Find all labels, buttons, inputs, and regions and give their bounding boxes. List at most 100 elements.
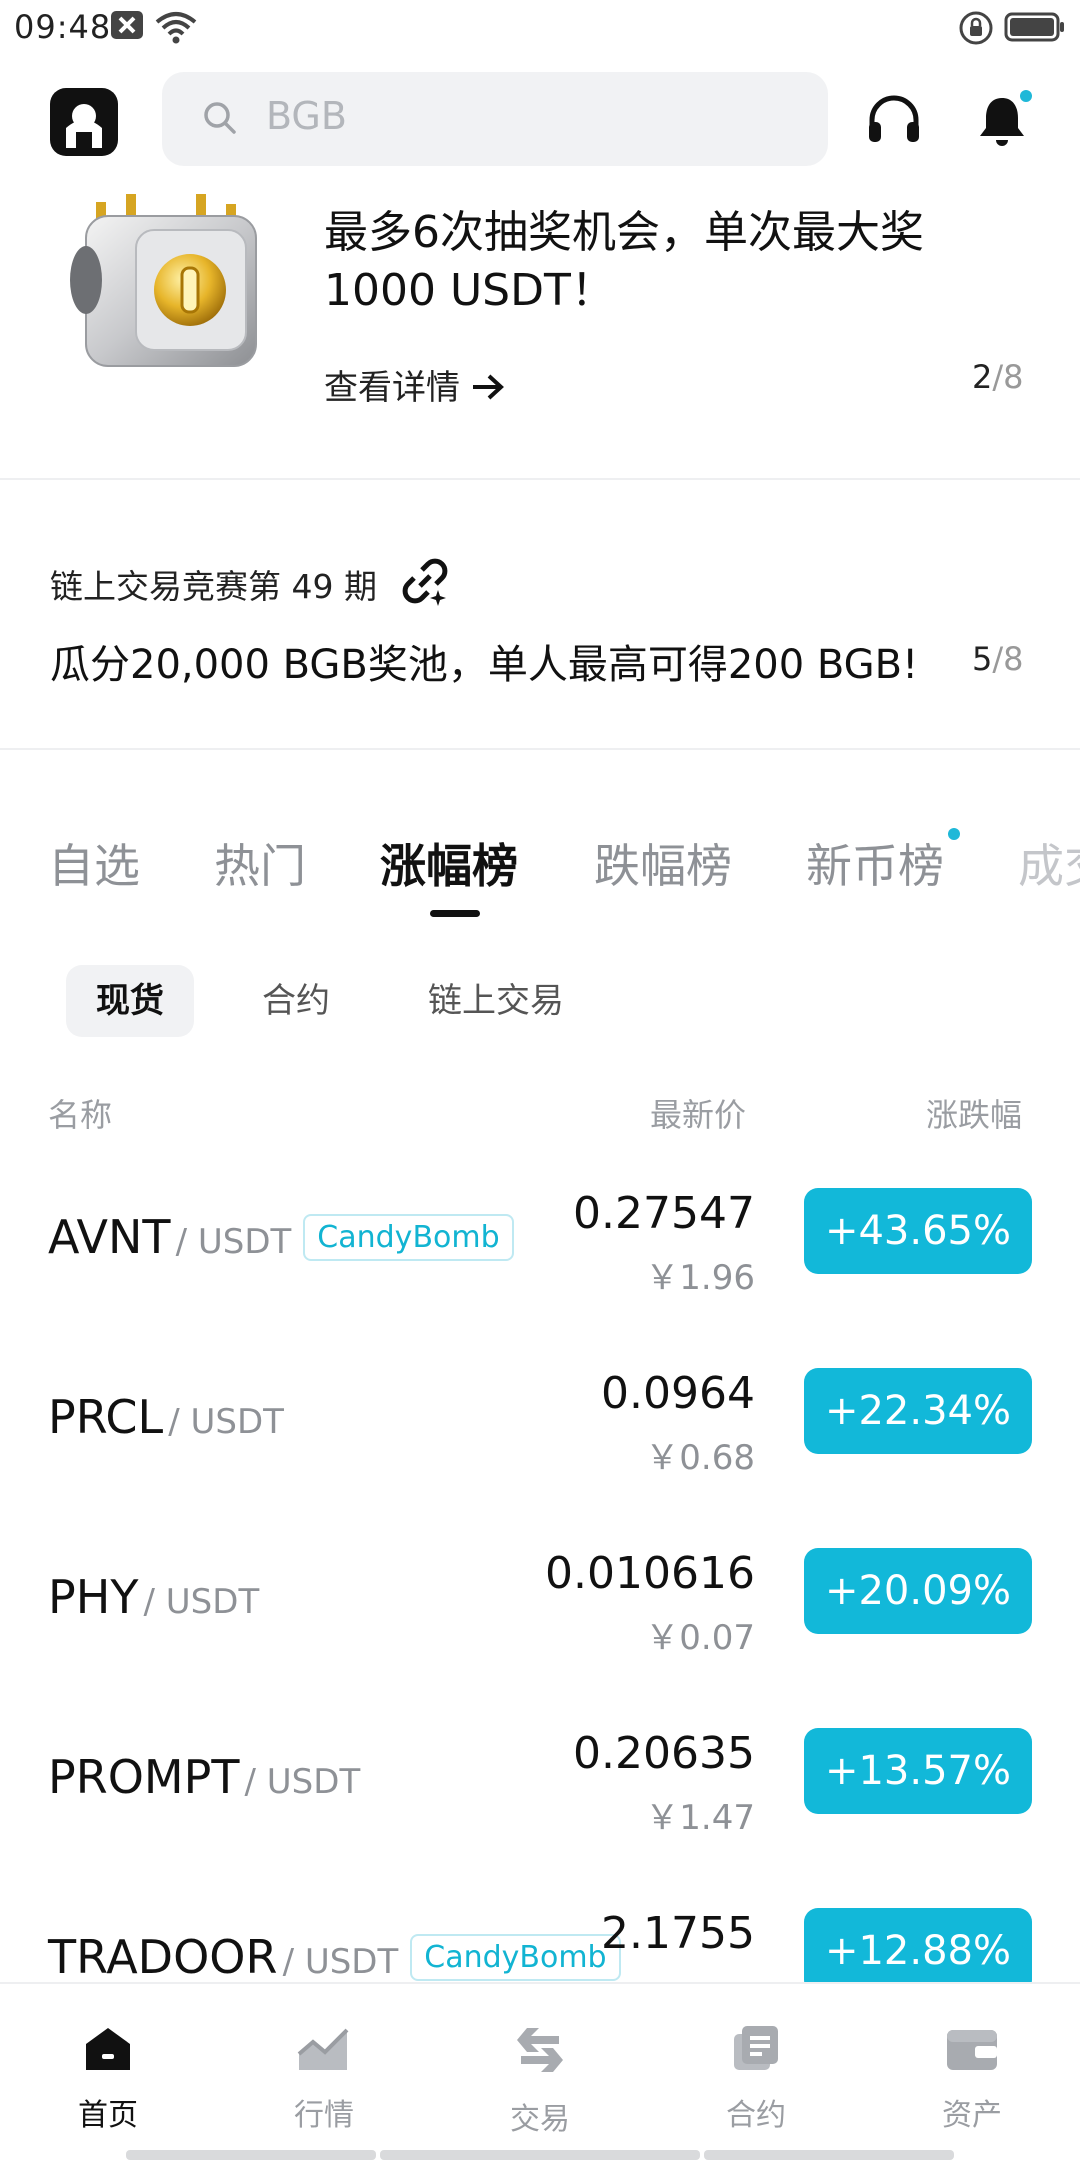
search-bar[interactable]: BGB <box>162 72 828 166</box>
screen: 09:48 BGB 最多6次抽奖机会，单次最大奖1000 USDT！ 查看详情 … <box>0 0 1080 2160</box>
change-badge[interactable]: +43.65% <box>804 1188 1032 1274</box>
active-tab-indicator <box>430 910 480 917</box>
last-price: 0.0964 <box>601 1368 755 1419</box>
tab-gainers[interactable]: 涨幅榜 <box>380 830 518 896</box>
trading-pair: AVNT / USDT CandyBomb <box>48 1210 514 1264</box>
divider <box>0 478 1080 480</box>
nav-markets-label: 行情 <box>294 2098 354 2133</box>
quote-asset: / USDT <box>168 1402 284 1442</box>
gesture-bar <box>380 2150 700 2160</box>
nav-assets-label: 资产 <box>942 2098 1002 2133</box>
tab-hot[interactable]: 热门 <box>214 830 306 896</box>
nav-home-label: 首页 <box>78 2098 138 2133</box>
last-price: 0.20635 <box>573 1728 755 1779</box>
quote-asset: / USDT <box>282 1942 399 1982</box>
last-price: 0.010616 <box>545 1548 755 1599</box>
market-row[interactable]: PROMPT / USDT 0.20635 ￥1.47 +13.57% <box>0 1700 1080 1880</box>
status-time: 09:48 <box>14 8 112 46</box>
base-asset: PRCL <box>48 1390 164 1444</box>
divider <box>0 748 1080 750</box>
change-badge[interactable]: +22.34% <box>804 1368 1032 1454</box>
pager-current: 5 <box>972 640 993 678</box>
base-asset: PHY <box>48 1570 139 1624</box>
quote-asset: / USDT <box>143 1582 260 1622</box>
nav-home[interactable]: 首页 <box>38 2024 178 2134</box>
nav-futures[interactable]: 合约 <box>686 2024 826 2134</box>
subtab-spot[interactable]: 现货 <box>66 965 194 1037</box>
banner2-pager: 5/8 <box>972 640 1024 678</box>
wifi-icon <box>154 10 198 48</box>
market-row[interactable]: AVNT / USDT CandyBomb 0.27547 ￥1.96 +43.6… <box>0 1160 1080 1340</box>
fiat-price: ￥0.07 <box>645 1618 755 1658</box>
base-asset: TRADOOR <box>48 1930 278 1984</box>
candybomb-tag: CandyBomb <box>303 1214 514 1261</box>
subtab-onchain[interactable]: 链上交易 <box>428 965 564 1037</box>
banner-title: 最多6次抽奖机会，单次最大奖1000 USDT！ <box>324 207 924 316</box>
column-change: 涨跌幅 <box>926 1096 1023 1134</box>
home-icon <box>38 2024 178 2076</box>
wallet-icon <box>902 2024 1042 2076</box>
gesture-bar <box>126 2150 376 2160</box>
competition-title: 链上交易竞赛第 49 期 <box>50 567 377 606</box>
last-price: 2.1755 <box>601 1908 755 1959</box>
base-asset: PROMPT <box>48 1750 240 1804</box>
change-badge[interactable]: +13.57% <box>804 1728 1032 1814</box>
column-price: 最新价 <box>650 1096 747 1134</box>
fiat-price: ￥1.96 <box>645 1258 755 1298</box>
notification-dot <box>1020 90 1032 102</box>
quote-asset: / USDT <box>244 1762 361 1802</box>
fiat-price: ￥0.68 <box>645 1438 755 1478</box>
search-placeholder: BGB <box>266 94 347 138</box>
market-row[interactable]: PHY / USDT 0.010616 ￥0.07 +20.09% <box>0 1520 1080 1700</box>
view-details-link[interactable]: 查看详情 <box>324 360 505 409</box>
headset-icon[interactable] <box>866 94 922 150</box>
new-listings-dot <box>948 828 960 840</box>
banner-pager: 2/8 <box>972 358 1024 396</box>
trading-pair: PHY / USDT <box>48 1570 259 1624</box>
exchange-icon <box>470 2024 610 2080</box>
chart-icon <box>254 2024 394 2076</box>
contract-icon <box>686 2024 826 2076</box>
search-icon <box>202 100 238 140</box>
gesture-bar <box>704 2150 954 2160</box>
bell-icon[interactable] <box>976 92 1028 152</box>
header: BGB <box>0 70 1080 170</box>
safe-coin-illustration <box>66 180 266 380</box>
pager-current: 2 <box>972 358 993 396</box>
subtab-futures[interactable]: 合约 <box>262 965 330 1037</box>
tab-losers[interactable]: 跌幅榜 <box>594 830 732 896</box>
quote-asset: / USDT <box>175 1222 292 1262</box>
column-name: 名称 <box>48 1096 113 1134</box>
last-price: 0.27547 <box>573 1188 755 1239</box>
nav-trade[interactable]: 交易 <box>470 2024 610 2138</box>
battery-icon <box>1004 10 1066 48</box>
view-details-label: 查看详情 <box>324 368 460 408</box>
trading-pair: TRADOOR / USDT CandyBomb <box>48 1930 621 1984</box>
arrow-right-icon <box>471 368 505 408</box>
rotation-lock-icon <box>958 10 994 50</box>
tab-new-listings[interactable]: 新币榜 <box>806 830 944 896</box>
tab-volume[interactable]: 成交 <box>1018 830 1080 896</box>
notification-off-icon <box>110 10 144 44</box>
competition-text[interactable]: 瓜分20,000 BGB奖池，单人最高可得200 BGB! <box>50 632 918 690</box>
tab-favorites[interactable]: 自选 <box>48 830 140 896</box>
onchain-link-icon <box>400 556 450 610</box>
trading-pair: PROMPT / USDT <box>48 1750 360 1804</box>
market-row[interactable]: PRCL / USDT 0.0964 ￥0.68 +22.34% <box>0 1340 1080 1520</box>
nav-trade-label: 交易 <box>510 2102 570 2137</box>
app-logo[interactable] <box>50 88 118 156</box>
trading-pair: PRCL / USDT <box>48 1390 284 1444</box>
base-asset: AVNT <box>48 1210 171 1264</box>
status-bar: 09:48 <box>0 0 1080 58</box>
nav-futures-label: 合约 <box>726 2098 786 2133</box>
candybomb-tag: CandyBomb <box>410 1934 621 1981</box>
nav-assets[interactable]: 资产 <box>902 2024 1042 2134</box>
change-badge[interactable]: +20.09% <box>804 1548 1032 1634</box>
bottom-nav: 首页 行情 交易 合约 资产 <box>0 1982 1080 2160</box>
fiat-price: ￥1.47 <box>645 1798 755 1838</box>
nav-markets[interactable]: 行情 <box>254 2024 394 2134</box>
promo-banner[interactable]: 最多6次抽奖机会，单次最大奖1000 USDT！ 查看详情 2/8 <box>0 180 1080 480</box>
pager-total: /8 <box>992 640 1024 678</box>
market-tabs: 自选 热门 涨幅榜 跌幅榜 新币榜 成交 <box>0 820 1080 920</box>
pager-total: /8 <box>992 358 1024 396</box>
